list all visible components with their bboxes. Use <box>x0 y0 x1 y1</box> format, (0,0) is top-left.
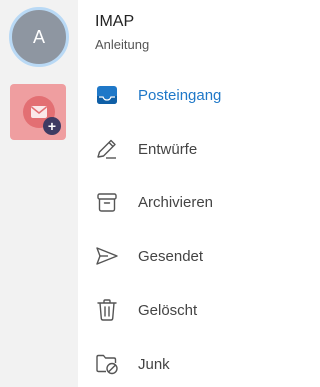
junk-folder-icon <box>94 351 120 377</box>
folder-panel: IMAP Anleitung Posteingang Entwürfe Arch… <box>78 0 250 387</box>
mail-app-sidebar: A + IMAP Anleitung Posteingang Entwürfe … <box>0 0 250 387</box>
folder-label: Gelöscht <box>138 301 198 319</box>
archive-icon <box>94 189 120 215</box>
trash-icon <box>94 297 120 323</box>
folder-deleted[interactable]: Gelöscht <box>78 285 250 335</box>
send-icon <box>94 243 120 269</box>
folder-inbox[interactable]: Posteingang <box>78 70 250 120</box>
folder-label: Junk <box>138 355 170 373</box>
account-subtitle: Anleitung <box>95 37 150 52</box>
folder-label: Archivieren <box>138 193 214 211</box>
folder-label: Entwürfe <box>138 140 198 158</box>
avatar-initial: A <box>32 26 45 47</box>
folder-sent[interactable]: Gesendet <box>78 231 250 281</box>
folder-label: Gesendet <box>138 247 204 265</box>
folder-archive[interactable]: Archivieren <box>78 177 250 227</box>
folder-drafts[interactable]: Entwürfe <box>78 124 250 174</box>
add-account-button[interactable]: + <box>10 84 66 140</box>
plus-icon: + <box>43 117 61 135</box>
account-name: IMAP <box>95 13 135 30</box>
account-avatar[interactable]: A <box>9 7 69 67</box>
folder-label: Posteingang <box>138 86 222 104</box>
account-rail: A + <box>0 0 78 387</box>
folder-junk[interactable]: Junk <box>78 339 250 387</box>
pencil-icon <box>94 136 120 162</box>
inbox-icon <box>94 82 120 108</box>
